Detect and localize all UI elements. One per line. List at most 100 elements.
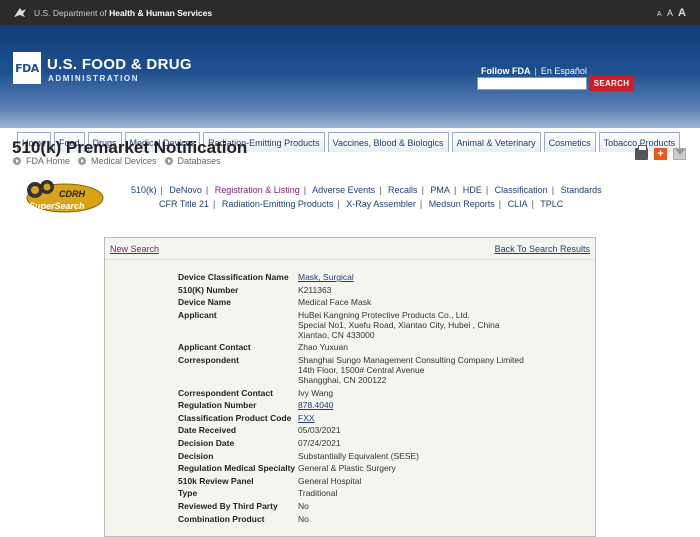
text-size-large[interactable]: A — [678, 7, 686, 19]
link-standards[interactable]: Standards — [561, 185, 602, 195]
detail-value: FXX — [298, 413, 315, 423]
email-icon[interactable] — [673, 148, 686, 160]
share-plus-icon[interactable]: + — [654, 148, 667, 160]
detail-value-line: Special No1, Xuefu Road, Xiantao City, H… — [298, 319, 500, 330]
fda-title[interactable]: U.S. FOOD & DRUG — [47, 56, 192, 73]
link-recalls[interactable]: Recalls — [388, 185, 418, 195]
detail-row: Date Received 05/03/2021 — [178, 425, 524, 435]
detail-value-link[interactable]: Mask, Surgical — [298, 272, 354, 282]
link-denovo[interactable]: DeNovo — [169, 185, 202, 195]
breadcrumb-item[interactable]: Databases — [164, 156, 221, 166]
detail-value: HuBei Kangning Protective Products Co., … — [298, 310, 500, 340]
detail-value: Medical Face Mask — [298, 297, 372, 308]
detail-row: Regulation Medical Specialty General & Pl… — [178, 463, 524, 473]
fda-logo[interactable]: FDA — [13, 52, 41, 84]
arrow-icon — [78, 157, 87, 165]
detail-label: Device Name — [178, 297, 231, 308]
link-cfr-title-21[interactable]: CFR Title 21 — [159, 199, 209, 209]
detail-label: Date Received — [178, 425, 237, 436]
page-title: 510(k) Premarket Notification — [12, 138, 248, 157]
link-xray-assembler[interactable]: X-Ray Assembler — [346, 199, 416, 209]
nav-tab-vaccines[interactable]: Vaccines, Blood & Biologics — [327, 132, 449, 152]
detail-value-link[interactable]: 878.4040 — [298, 400, 333, 410]
follow-bar: Follow FDA | En Español — [481, 66, 587, 76]
detail-table: Device Classification Name Mask, Surgical… — [178, 272, 524, 526]
detail-value: Substantially Equivalent (SESE) — [298, 450, 419, 461]
detail-value: Mask, Surgical — [298, 272, 354, 282]
follow-fda-link[interactable]: Follow FDA — [481, 66, 531, 76]
detail-value-line: Shanghai Sungo Management Consulting Com… — [298, 354, 524, 365]
hhs-eagle-icon — [14, 7, 26, 17]
espanol-link[interactable]: En Español — [541, 66, 587, 76]
text-size-small[interactable]: A — [657, 11, 662, 18]
detail-label: Type — [178, 488, 198, 499]
detail-row: Device Name Medical Face Mask — [178, 297, 524, 307]
detail-row: Reviewed By Third Party No — [178, 501, 524, 511]
back-to-results-link[interactable]: Back To Search Results — [495, 244, 590, 254]
detail-row: Classification Product Code FXX — [178, 413, 524, 423]
nav-tab-animal[interactable]: Animal & Veterinary — [451, 132, 541, 152]
detail-row: Combination Product No — [178, 514, 524, 524]
detail-label: Decision — [178, 450, 214, 461]
detail-label: Decision Date — [178, 437, 235, 448]
detail-label: Device Classification Name — [178, 272, 289, 282]
detail-label: Applicant Contact — [178, 342, 251, 353]
detail-row: Correspondent Shanghai Sungo Management C… — [178, 355, 524, 385]
detail-value: General Hospital — [298, 475, 362, 486]
detail-label: Combination Product — [178, 513, 265, 524]
detail-value: 05/03/2021 — [298, 425, 341, 436]
detail-value: Ivy Wang — [298, 387, 334, 398]
detail-row: Decision Substantially Equivalent (SESE) — [178, 451, 524, 461]
panel-toolbar: New Search Back To Search Results — [105, 238, 595, 260]
detail-value: General & Plastic Surgery — [298, 463, 396, 474]
breadcrumb-item[interactable]: FDA Home — [13, 156, 70, 166]
print-icon[interactable] — [635, 145, 648, 160]
detail-row: Applicant Contact Zhao Yuxuan — [178, 342, 524, 352]
fda-subtitle: ADMINISTRATION — [48, 74, 140, 83]
detail-row: Decision Date 07/24/2021 — [178, 438, 524, 448]
detail-label: 510(K) Number — [178, 284, 239, 295]
detail-row: 510k Review Panel General Hospital — [178, 476, 524, 486]
arrow-icon — [164, 157, 173, 165]
link-tplc[interactable]: TPLC — [540, 199, 563, 209]
detail-value-line: Xiantao, CN 433000 — [298, 329, 375, 340]
search-button[interactable]: SEARCH — [589, 76, 634, 91]
result-panel: New Search Back To Search Results Device… — [104, 237, 596, 537]
link-clia[interactable]: CLIA — [508, 199, 528, 209]
link-adverse-events[interactable]: Adverse Events — [312, 185, 375, 195]
detail-value: Traditional — [298, 488, 338, 499]
detail-label: Applicant — [178, 309, 217, 320]
link-registration-listing[interactable]: Registration & Listing — [215, 185, 300, 195]
search-input[interactable] — [477, 77, 587, 90]
breadcrumb: FDA Home Medical Devices Databases — [13, 156, 229, 166]
page-tools: + — [635, 145, 686, 160]
detail-row: 510(K) Number K211363 — [178, 285, 524, 295]
detail-value: K211363 — [298, 284, 332, 295]
link-classification[interactable]: Classification — [495, 185, 548, 195]
detail-value-line: HuBei Kangning Protective Products Co., … — [298, 309, 470, 320]
new-search-link[interactable]: New Search — [110, 244, 159, 254]
detail-value: No — [298, 513, 309, 524]
text-size-controls: A A A — [654, 7, 686, 19]
link-510k[interactable]: 510(k) — [131, 185, 157, 195]
link-hde[interactable]: HDE — [463, 185, 482, 195]
hhs-link[interactable]: U.S. Department of Health & Human Servic… — [34, 8, 212, 18]
link-pma[interactable]: PMA — [430, 185, 450, 195]
breadcrumb-item[interactable]: Medical Devices — [78, 156, 157, 166]
detail-label: Correspondent — [178, 354, 239, 365]
links-row-2: CFR Title 21 | Radiation-Emitting Product… — [159, 199, 564, 209]
link-radiation-emitting[interactable]: Radiation-Emitting Products — [222, 199, 334, 209]
link-medsun-reports[interactable]: Medsun Reports — [429, 199, 495, 209]
detail-label: Regulation Number — [178, 400, 257, 411]
detail-value: 878.4040 — [298, 400, 333, 410]
nav-tab-cosmetics[interactable]: Cosmetics — [543, 132, 596, 152]
detail-label: Reviewed By Third Party — [178, 500, 278, 511]
cdrh-supersearch-logo[interactable]: CDRH SuperSearch — [21, 178, 105, 214]
detail-value: No — [298, 500, 309, 511]
detail-value-link[interactable]: FXX — [298, 413, 315, 423]
text-size-medium[interactable]: A — [667, 8, 673, 18]
detail-row: Applicant HuBei Kangning Protective Produ… — [178, 310, 524, 340]
detail-value: Shanghai Sungo Management Consulting Com… — [298, 355, 524, 385]
hhs-bar: U.S. Department of Health & Human Servic… — [0, 0, 700, 25]
fda-header: FDA U.S. FOOD & DRUG ADMINISTRATION Foll… — [0, 25, 700, 152]
